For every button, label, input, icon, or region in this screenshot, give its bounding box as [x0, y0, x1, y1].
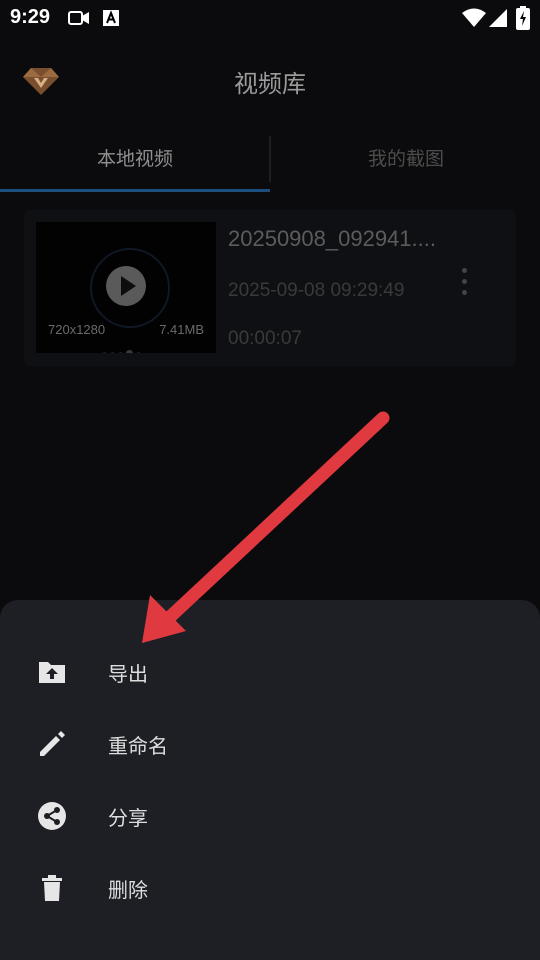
more-options-icon[interactable]	[456, 268, 472, 308]
bottom-sheet-menu: 导出 重命名 分享 删除	[0, 600, 540, 960]
signal-icon	[489, 9, 507, 27]
tab-my-screenshots[interactable]: 我的截图	[271, 132, 540, 188]
tab-local-videos[interactable]: 本地视频	[0, 132, 270, 188]
video-list-item[interactable]: 720x1280 7.41MB 20250908_092941.... 2025…	[24, 210, 516, 366]
menu-item-label: 删除	[108, 878, 148, 902]
trash-icon	[42, 875, 62, 901]
video-duration: 00:00:07	[228, 328, 302, 349]
video-filename: 20250908_092941....	[228, 226, 436, 251]
menu-item-label: 重命名	[108, 734, 168, 758]
page-title: 视频库	[234, 70, 306, 98]
pencil-icon	[40, 731, 65, 756]
menu-item-delete[interactable]: 删除	[0, 858, 540, 918]
menu-item-label: 分享	[108, 806, 148, 830]
play-icon[interactable]	[106, 266, 146, 306]
menu-item-rename[interactable]: 重命名	[0, 714, 540, 774]
video-resolution: 720x1280	[48, 322, 106, 337]
status-time: 9:29	[10, 6, 51, 28]
wifi-icon	[462, 8, 486, 27]
folder-upload-icon	[39, 662, 65, 683]
status-bar: 9:29	[0, 0, 540, 36]
battery-charging-icon	[516, 6, 530, 30]
tab-indicator	[0, 189, 270, 192]
menu-item-label: 导出	[108, 662, 148, 686]
tab-bar: 本地视频 我的截图	[0, 132, 540, 192]
video-camera-icon	[68, 11, 89, 25]
app-header: 视频库	[0, 48, 540, 114]
video-thumbnail[interactable]: 720x1280 7.41MB	[36, 222, 216, 353]
share-icon	[38, 802, 66, 830]
text-a-icon	[103, 10, 119, 26]
video-size: 7.41MB	[159, 322, 204, 337]
thumbnail-dots	[102, 342, 152, 353]
menu-item-share[interactable]: 分享	[0, 786, 540, 846]
video-datetime: 2025-09-08 09:29:49	[228, 280, 405, 301]
menu-item-export[interactable]: 导出	[0, 642, 540, 702]
